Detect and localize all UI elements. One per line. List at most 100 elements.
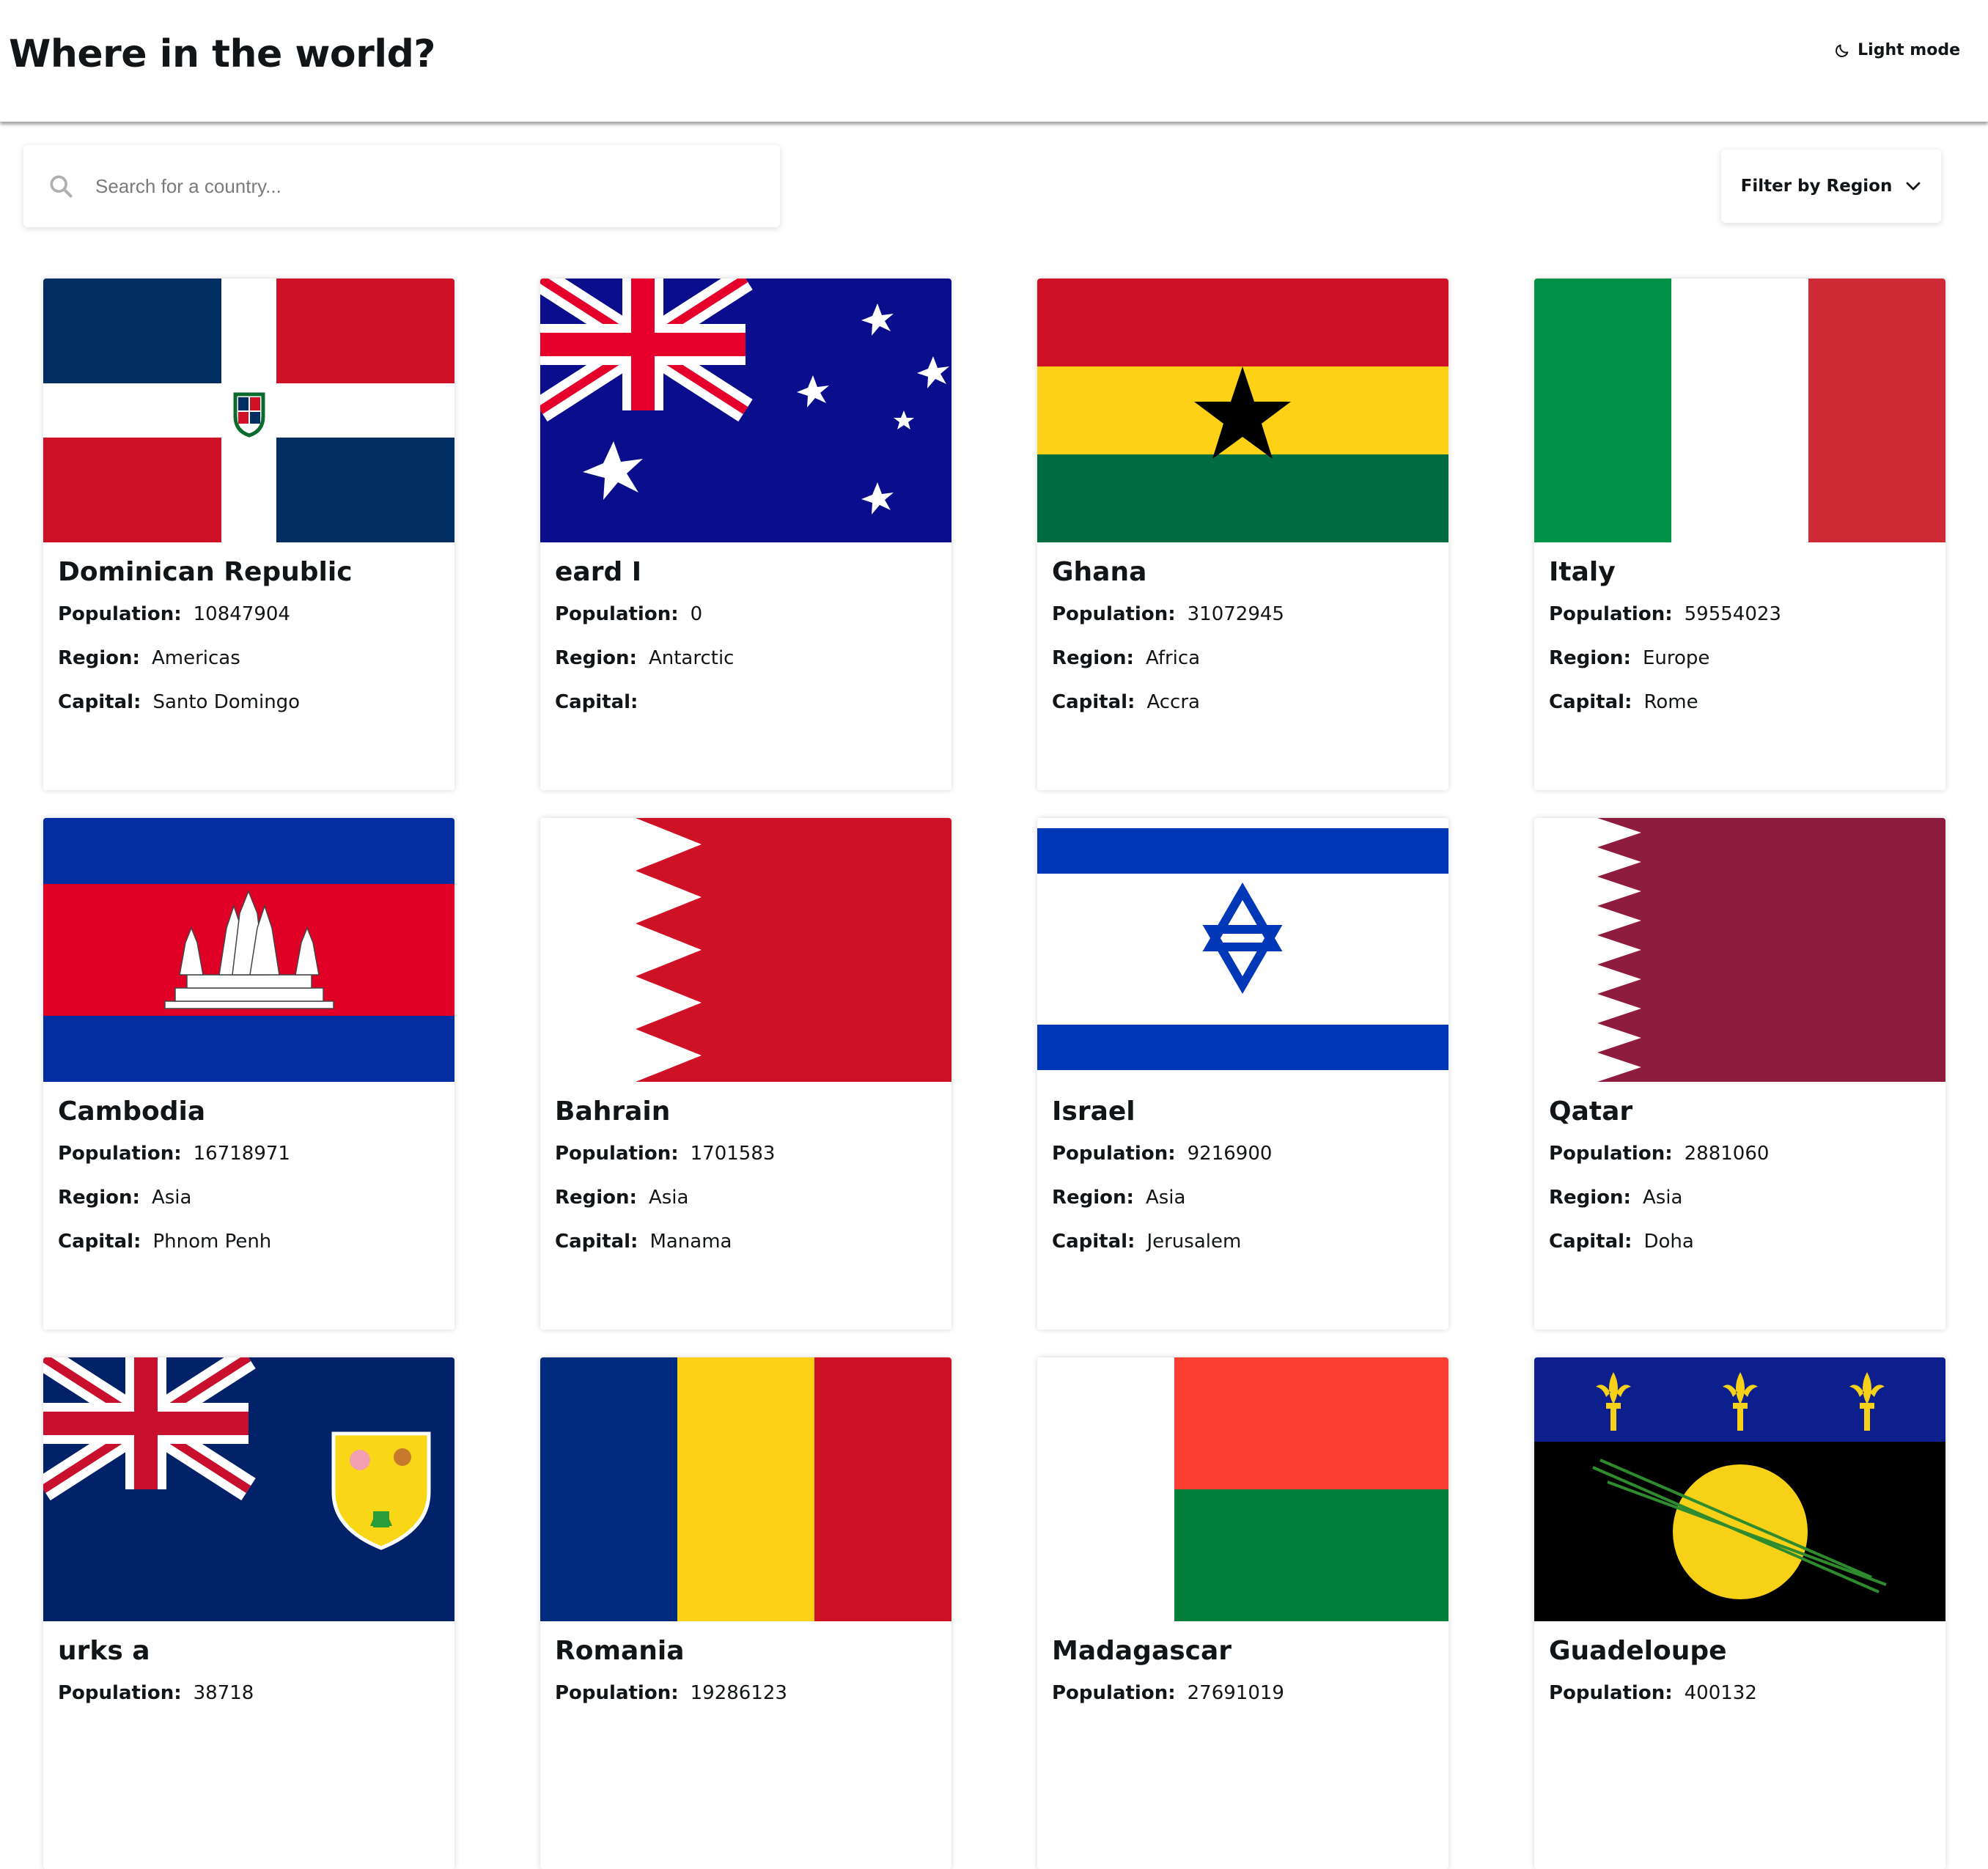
population-stat: Population: 31072945: [1052, 603, 1434, 625]
capital-value: Doha: [1643, 1231, 1694, 1253]
country-card[interactable]: Cambodia Population: 16718971 Region: Asia…: [43, 818, 454, 1330]
country-card[interactable]: Dominican Republic Population: 10847904 R…: [43, 279, 454, 790]
search-box: [23, 145, 780, 227]
capital-stat: Capital: Doha: [1549, 1231, 1931, 1253]
population-value: 59554023: [1684, 603, 1781, 625]
region-value: Asia: [1145, 1187, 1186, 1209]
country-card[interactable]: Ghana Population: 31072945 Region: Africa …: [1037, 279, 1448, 790]
search-icon: [48, 174, 73, 199]
population-stat: Population: 1701583: [555, 1143, 937, 1165]
country-card[interactable]: Guadeloupe Population: 400132: [1534, 1357, 1945, 1869]
population-stat: Population: 38718: [58, 1682, 440, 1704]
qatar-flag-image: [1534, 818, 1945, 1082]
capital-label: Capital:: [58, 1231, 141, 1253]
country-card[interactable]: Qatar Population: 2881060 Region: Asia Cap…: [1534, 818, 1945, 1330]
region-stat: Region: Americas: [58, 647, 440, 669]
region-stat: Region: Asia: [555, 1187, 937, 1209]
app-title: Where in the world?: [9, 32, 435, 76]
population-stat: Population: 10847904: [58, 603, 440, 625]
capital-label: Capital:: [555, 1231, 638, 1253]
region-label: Region:: [58, 647, 140, 669]
country-name: Ghana: [1052, 557, 1147, 587]
population-stat: Population: 16718971: [58, 1143, 440, 1165]
country-card[interactable]: urks a Population: 38718: [43, 1357, 454, 1869]
population-stat: Population: 0: [555, 603, 937, 625]
theme-toggle-button[interactable]: Light mode: [1834, 41, 1960, 59]
region-label: Region:: [1549, 647, 1631, 669]
region-stat: Region: Asia: [58, 1187, 440, 1209]
region-label: Region:: [1052, 1187, 1134, 1209]
country-name: Romania: [555, 1636, 685, 1666]
capital-value: Rome: [1643, 691, 1698, 713]
country-name: Qatar: [1549, 1096, 1633, 1127]
population-value: 31072945: [1187, 603, 1284, 625]
region-stat: Region: Africa: [1052, 647, 1434, 669]
region-stat: Region: Asia: [1052, 1187, 1434, 1209]
capital-label: Capital:: [1052, 691, 1135, 713]
region-value: Americas: [151, 647, 240, 669]
country-card[interactable]: Bahrain Population: 1701583 Region: Asia C…: [540, 818, 951, 1330]
bahrain-flag-image: [540, 818, 951, 1082]
country-card[interactable]: Italy Population: 59554023 Region: Europe …: [1534, 279, 1945, 790]
region-value: Europe: [1642, 647, 1710, 669]
italy-flag-image: [1534, 279, 1945, 542]
population-label: Population:: [58, 1682, 182, 1704]
population-stat: Population: 9216900: [1052, 1143, 1434, 1165]
chevron-down-icon: [1905, 177, 1921, 196]
cambodia-flag-image: [43, 818, 454, 1082]
population-value: 16718971: [193, 1143, 290, 1165]
country-name: Italy: [1549, 557, 1616, 587]
capital-stat: Capital: Jerusalem: [1052, 1231, 1434, 1253]
population-stat: Population: 59554023: [1549, 603, 1931, 625]
population-value: 1701583: [690, 1143, 776, 1165]
region-value: Africa: [1145, 647, 1201, 669]
region-filter-label: Filter by Region: [1740, 177, 1893, 196]
population-stat: Population: 19286123: [555, 1682, 937, 1704]
app-header: Where in the world? Light mode: [0, 0, 1988, 122]
population-label: Population:: [555, 603, 679, 625]
capital-stat: Capital: Accra: [1052, 691, 1434, 713]
country-grid: Dominican Republic Population: 10847904 R…: [43, 279, 1945, 1869]
capital-stat: Capital: Rome: [1549, 691, 1931, 713]
capital-stat: Capital: Santo Domingo: [58, 691, 440, 713]
capital-label: Capital:: [1549, 691, 1632, 713]
country-name: Madagascar: [1052, 1636, 1232, 1666]
capital-stat: Capital: Manama: [555, 1231, 937, 1253]
country-name: Israel: [1052, 1096, 1135, 1127]
population-value: 400132: [1684, 1682, 1757, 1704]
ghana-flag-image: [1037, 279, 1448, 542]
capital-value: Manama: [649, 1231, 732, 1253]
capital-value: Accra: [1146, 691, 1200, 713]
country-name: Cambodia: [58, 1096, 206, 1127]
capital-label: Capital:: [58, 691, 141, 713]
moon-icon: [1834, 43, 1850, 59]
region-stat: Region: Europe: [1549, 647, 1931, 669]
country-card[interactable]: eard I Population: 0 Region: Antarctic Cap…: [540, 279, 951, 790]
population-value: 0: [690, 603, 703, 625]
dominican-republic-flag-image: [43, 279, 454, 542]
population-label: Population:: [555, 1143, 679, 1165]
capital-stat: Capital: Phnom Penh: [58, 1231, 440, 1253]
region-label: Region:: [555, 647, 637, 669]
turks-and-caicos-flag-image: [43, 1357, 454, 1621]
country-card[interactable]: Madagascar Population: 27691019: [1037, 1357, 1448, 1869]
population-label: Population:: [1549, 1143, 1673, 1165]
madagascar-flag-image: [1037, 1357, 1448, 1621]
theme-toggle-label: Light mode: [1858, 41, 1960, 59]
capital-label: Capital:: [1549, 1231, 1632, 1253]
search-input[interactable]: [94, 163, 742, 209]
population-label: Population:: [1052, 1143, 1176, 1165]
region-label: Region:: [58, 1187, 140, 1209]
population-value: 9216900: [1187, 1143, 1273, 1165]
region-label: Region:: [555, 1187, 637, 1209]
country-card[interactable]: Israel Population: 9216900 Region: Asia Ca…: [1037, 818, 1448, 1330]
region-label: Region:: [1052, 647, 1134, 669]
population-label: Population:: [1052, 603, 1176, 625]
guadeloupe-flag-image: [1534, 1357, 1945, 1621]
country-card[interactable]: Romania Population: 19286123: [540, 1357, 951, 1869]
capital-value: Jerusalem: [1146, 1231, 1242, 1253]
population-stat: Population: 27691019: [1052, 1682, 1434, 1704]
capital-label: Capital:: [555, 691, 638, 713]
population-label: Population:: [1052, 1682, 1176, 1704]
region-filter-dropdown[interactable]: Filter by Region: [1721, 150, 1941, 223]
